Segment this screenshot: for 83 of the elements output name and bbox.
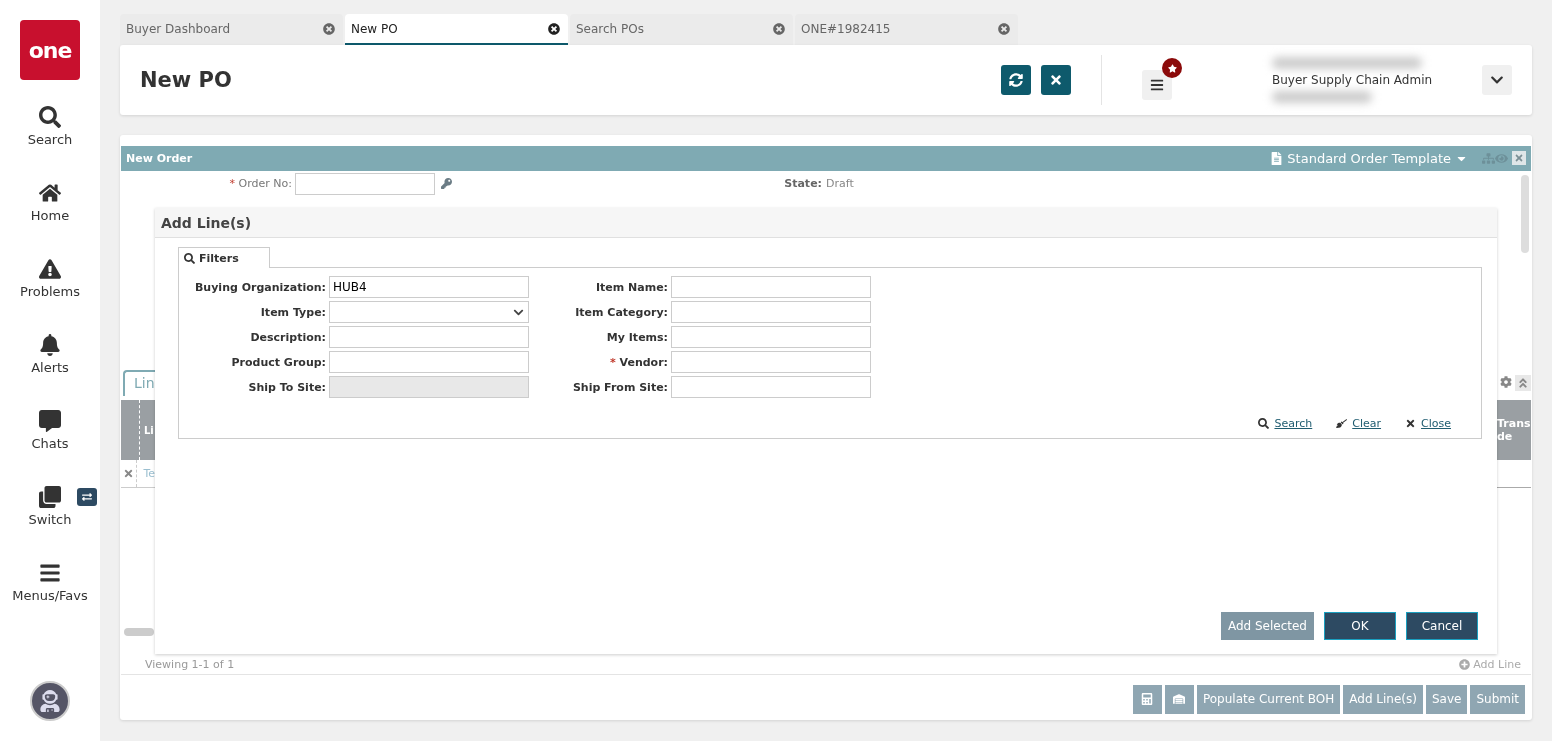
state-value: Draft xyxy=(826,177,854,191)
input-field[interactable] xyxy=(329,351,529,373)
search-icon xyxy=(39,106,61,128)
menu-button[interactable] xyxy=(1142,70,1172,100)
tab[interactable]: Search POs xyxy=(570,14,793,45)
field-label: Buying Organization: xyxy=(194,280,327,294)
nav-item[interactable]: Search xyxy=(27,106,73,182)
refresh-icon xyxy=(1009,73,1023,87)
bell-icon xyxy=(39,334,61,356)
warehouse-button[interactable] xyxy=(1164,685,1194,714)
gear-icon[interactable] xyxy=(1500,375,1512,391)
input-field[interactable] xyxy=(671,351,871,373)
column-header: Li xyxy=(121,400,155,461)
eye-icon[interactable] xyxy=(1495,151,1508,165)
menu-icon xyxy=(39,562,61,584)
input-field[interactable] xyxy=(671,276,871,298)
field-label: My Items: xyxy=(605,330,669,344)
field-label: Item Name: xyxy=(594,280,669,294)
filters-tab[interactable]: Filters xyxy=(178,247,270,268)
tab[interactable]: Buyer Dashboard xyxy=(120,14,343,45)
star-badge xyxy=(1162,58,1182,78)
logo[interactable]: one xyxy=(20,20,80,80)
field-label: State: xyxy=(783,177,822,191)
column-header: Trans de xyxy=(1497,400,1531,461)
refresh-button[interactable] xyxy=(1001,65,1031,95)
chat-icon xyxy=(39,410,61,432)
close-link[interactable]: Close xyxy=(1405,417,1451,430)
input-field[interactable] xyxy=(295,172,435,195)
nav-item[interactable]: Home xyxy=(30,182,70,258)
close-icon xyxy=(1049,73,1063,87)
field-label: Item Category: xyxy=(574,305,669,319)
nav-item[interactable]: Chats xyxy=(31,410,69,486)
warehouse-icon xyxy=(1173,693,1186,706)
panel-title: New Order xyxy=(126,151,194,165)
key-icon[interactable] xyxy=(441,178,452,190)
dropdown-button[interactable] xyxy=(1482,65,1512,95)
close-icon[interactable] xyxy=(548,22,560,35)
dialog-button[interactable]: Cancel xyxy=(1406,612,1478,640)
windows-icon xyxy=(39,486,61,508)
nav-item[interactable]: Menus/Favs xyxy=(12,562,88,638)
field-label: * Vendor: xyxy=(608,355,669,369)
input-field[interactable] xyxy=(671,301,871,323)
input-field[interactable] xyxy=(671,326,871,348)
input-field[interactable]: HUB4 xyxy=(329,276,529,298)
scrollbar[interactable] xyxy=(1521,175,1529,253)
clear-link[interactable]: Clear xyxy=(1336,417,1382,430)
nav-item[interactable]: Problems xyxy=(20,258,80,334)
plus-icon xyxy=(1459,658,1471,670)
scrollbar[interactable] xyxy=(124,628,154,637)
home-icon xyxy=(39,182,61,204)
page-title: New PO xyxy=(140,68,233,92)
pager-text: Viewing 1-1 of 1 xyxy=(145,657,235,671)
field-label: * Order No: xyxy=(228,177,293,191)
hierarchy-icon[interactable] xyxy=(1482,151,1495,165)
collapse-icon[interactable] xyxy=(1515,375,1531,392)
tab[interactable]: New PO xyxy=(345,14,568,45)
dialog-button[interactable]: OK xyxy=(1324,612,1396,640)
nav-item[interactable]: Switch xyxy=(28,486,72,562)
close-icon xyxy=(1405,418,1417,429)
search-icon xyxy=(184,252,195,264)
field-label: Ship To Site: xyxy=(247,380,327,394)
tab[interactable]: ONE#1982415 xyxy=(795,14,1018,45)
user-avatar[interactable] xyxy=(30,681,70,721)
close-button[interactable] xyxy=(1041,65,1071,95)
select-field[interactable] xyxy=(329,301,529,323)
user-role: Buyer Supply Chain Admin xyxy=(1272,73,1434,87)
swap-icon xyxy=(76,488,97,506)
search-icon xyxy=(1258,418,1270,429)
field-label: Ship From Site: xyxy=(571,380,669,394)
broom-icon xyxy=(1336,418,1348,429)
field-label: Product Group: xyxy=(230,355,327,369)
menu-icon xyxy=(1150,78,1164,92)
dialog-title: Add Line(s) xyxy=(155,208,1497,238)
calculator-button[interactable] xyxy=(1132,685,1162,714)
field-label: Description: xyxy=(249,330,327,344)
document-icon xyxy=(1270,151,1284,165)
input-field[interactable] xyxy=(329,326,529,348)
input-field[interactable] xyxy=(671,376,871,398)
warning-icon xyxy=(39,258,61,280)
calculator-icon xyxy=(1141,693,1154,706)
nav-item[interactable]: Alerts xyxy=(31,334,69,410)
field-label: Item Type: xyxy=(259,305,327,319)
search-link[interactable]: Search xyxy=(1258,417,1313,430)
